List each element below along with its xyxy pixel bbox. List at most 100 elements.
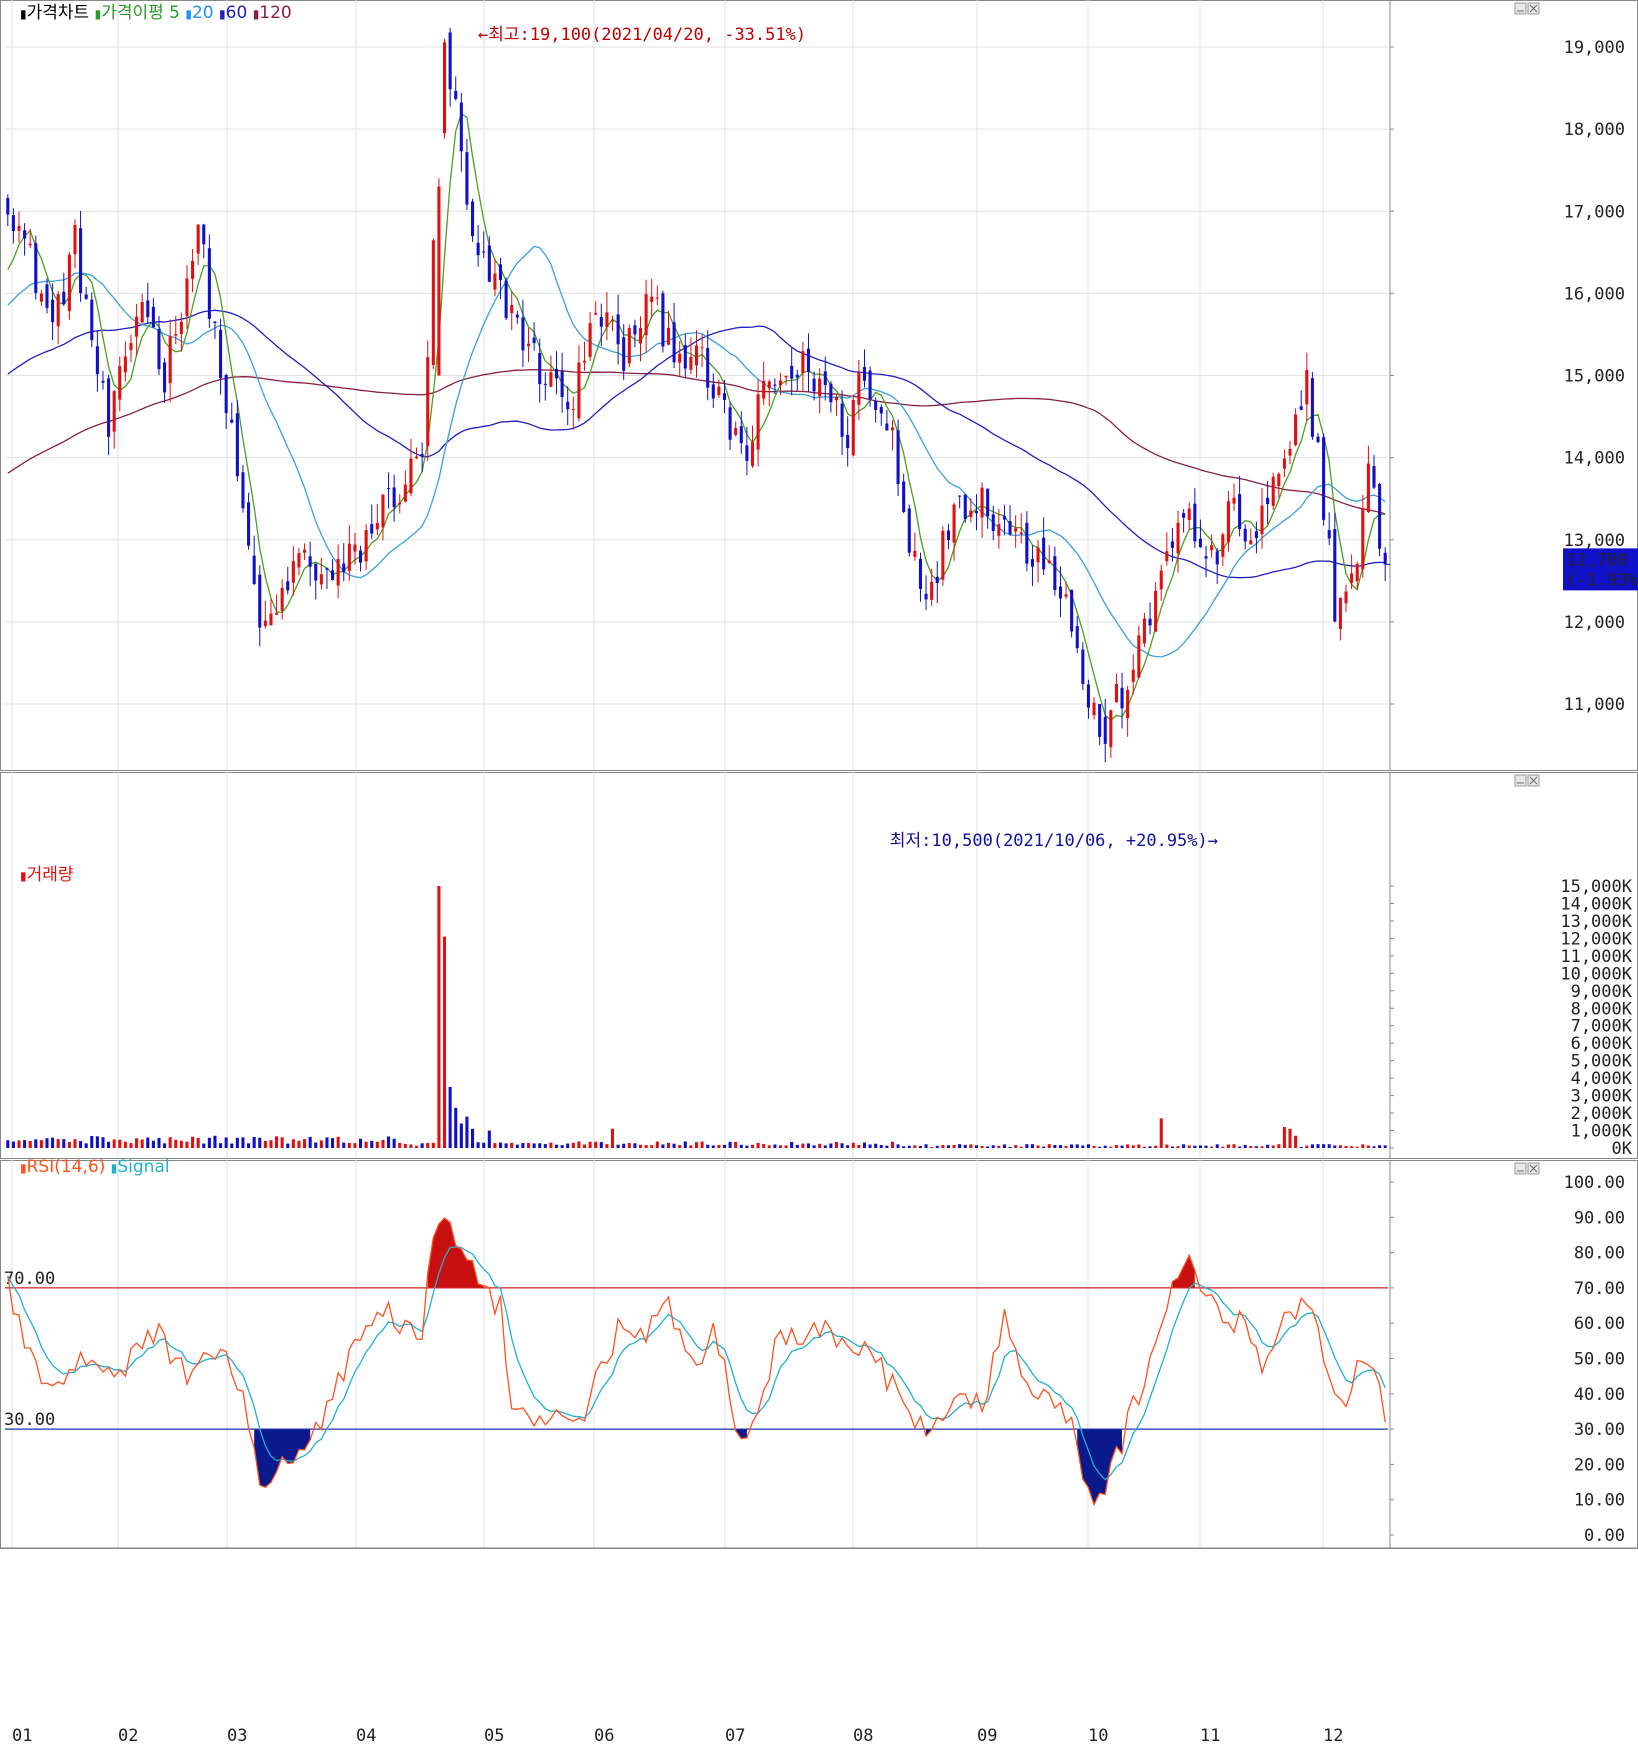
candle-body: [1338, 597, 1342, 629]
volume-bar: [1070, 1144, 1074, 1148]
price-tick-label: 15,000: [1564, 367, 1625, 387]
candle-body: [6, 198, 10, 215]
rsi-pane: [0, 1160, 1638, 1549]
volume-title: 거래량: [27, 865, 74, 885]
volume-bar: [554, 1144, 559, 1148]
candle-body: [213, 321, 217, 323]
volume-bar: [168, 1137, 172, 1148]
candle-body: [610, 320, 615, 322]
candle-body: [1299, 406, 1303, 410]
x-tick-label: 11: [1200, 1726, 1220, 1746]
candle-body: [952, 504, 956, 543]
volume-bar: [314, 1142, 318, 1148]
volume-bar: [616, 1144, 620, 1148]
candle-body: [935, 576, 939, 583]
volume-bar: [672, 1143, 676, 1148]
volume-bar: [1383, 1145, 1387, 1148]
candle-body: [163, 362, 167, 393]
candle-body: [1232, 497, 1236, 504]
x-tick-label: 06: [594, 1726, 614, 1746]
volume-bar: [1148, 1146, 1152, 1148]
candle-body: [1025, 522, 1029, 564]
volume-bar: [1019, 1146, 1023, 1148]
volume-bar: [1327, 1144, 1331, 1148]
candle-body: [1103, 716, 1107, 744]
candle-body: [482, 251, 486, 253]
rsi-tick-label: 60.00: [1574, 1314, 1625, 1334]
candle-body: [790, 365, 794, 379]
candle-body: [454, 90, 458, 100]
candle-body: [526, 343, 531, 347]
candle-body: [1243, 528, 1247, 542]
volume-bar: [1008, 1146, 1012, 1148]
volume-bar: [1294, 1135, 1298, 1148]
candle-body: [885, 423, 889, 431]
legend-entry: 120: [259, 3, 291, 23]
x-tick-label: 07: [725, 1726, 745, 1746]
candle-body: [1215, 551, 1219, 565]
candle-body: [745, 445, 749, 461]
candle-body: [17, 225, 21, 231]
volume-bar: [403, 1143, 407, 1148]
candle-body: [806, 348, 811, 373]
volume-bar: [532, 1143, 536, 1148]
candle-body: [997, 524, 1001, 536]
x-tick-label: 02: [118, 1726, 138, 1746]
volume-bar: [935, 1145, 939, 1148]
candle-body: [342, 563, 346, 573]
volume-bar: [291, 1139, 295, 1148]
legend-entry: ▮: [111, 1161, 118, 1175]
candle-body: [1327, 530, 1331, 539]
volume-bar: [655, 1141, 659, 1148]
volume-bar: [666, 1142, 671, 1148]
candle-body: [1165, 551, 1169, 562]
volume-bar: [1355, 1146, 1359, 1148]
candle-body: [851, 400, 855, 456]
volume-bar: [633, 1143, 637, 1148]
volume-bar: [857, 1144, 861, 1148]
volume-bar: [896, 1144, 900, 1148]
candle-body: [73, 224, 77, 255]
candle-body: [1042, 537, 1046, 570]
candle-body: [1002, 516, 1006, 520]
volume-bar: [275, 1136, 279, 1148]
volume-bar: [588, 1141, 592, 1148]
volume-bar: [247, 1143, 251, 1148]
volume-bar: [526, 1142, 531, 1148]
volume-bar: [319, 1140, 323, 1148]
volume-bar: [991, 1145, 995, 1148]
volume-bar: [694, 1142, 699, 1148]
high-annotation: ←최고:19,100(2021/04/20, -33.51%): [478, 25, 806, 45]
volume-bar: [790, 1141, 794, 1148]
candle-body: [1383, 552, 1387, 565]
candle-body: [1282, 458, 1286, 469]
candle-body: [1198, 538, 1202, 548]
volume-bar: [118, 1139, 122, 1148]
volume-bar: [1260, 1146, 1264, 1148]
volume-bar: [1137, 1144, 1141, 1148]
candle-body: [118, 366, 122, 400]
volume-bar: [84, 1143, 88, 1148]
candle-body: [1070, 589, 1074, 632]
candle-body: [1378, 483, 1382, 549]
volume-bar: [1030, 1144, 1034, 1148]
volume-bar: [1232, 1144, 1236, 1148]
volume-bar: [79, 1141, 83, 1148]
rsi-tick-label: 90.00: [1574, 1208, 1625, 1228]
candle-body: [135, 316, 139, 337]
candle-body: [112, 391, 116, 432]
candle-body: [359, 550, 363, 563]
volume-bar: [812, 1145, 816, 1148]
candle-body: [666, 327, 671, 345]
volume-bar: [946, 1145, 951, 1148]
x-tick-label: 09: [977, 1726, 997, 1746]
volume-bar: [498, 1142, 503, 1148]
candle-body: [331, 570, 335, 580]
volume-bar: [638, 1144, 643, 1148]
volume-bar: [963, 1144, 967, 1148]
volume-bar: [191, 1136, 195, 1148]
volume-bar: [683, 1141, 687, 1148]
volume-bar: [1322, 1144, 1326, 1148]
volume-bar: [543, 1144, 547, 1148]
legend-entry: ▮: [253, 7, 260, 21]
